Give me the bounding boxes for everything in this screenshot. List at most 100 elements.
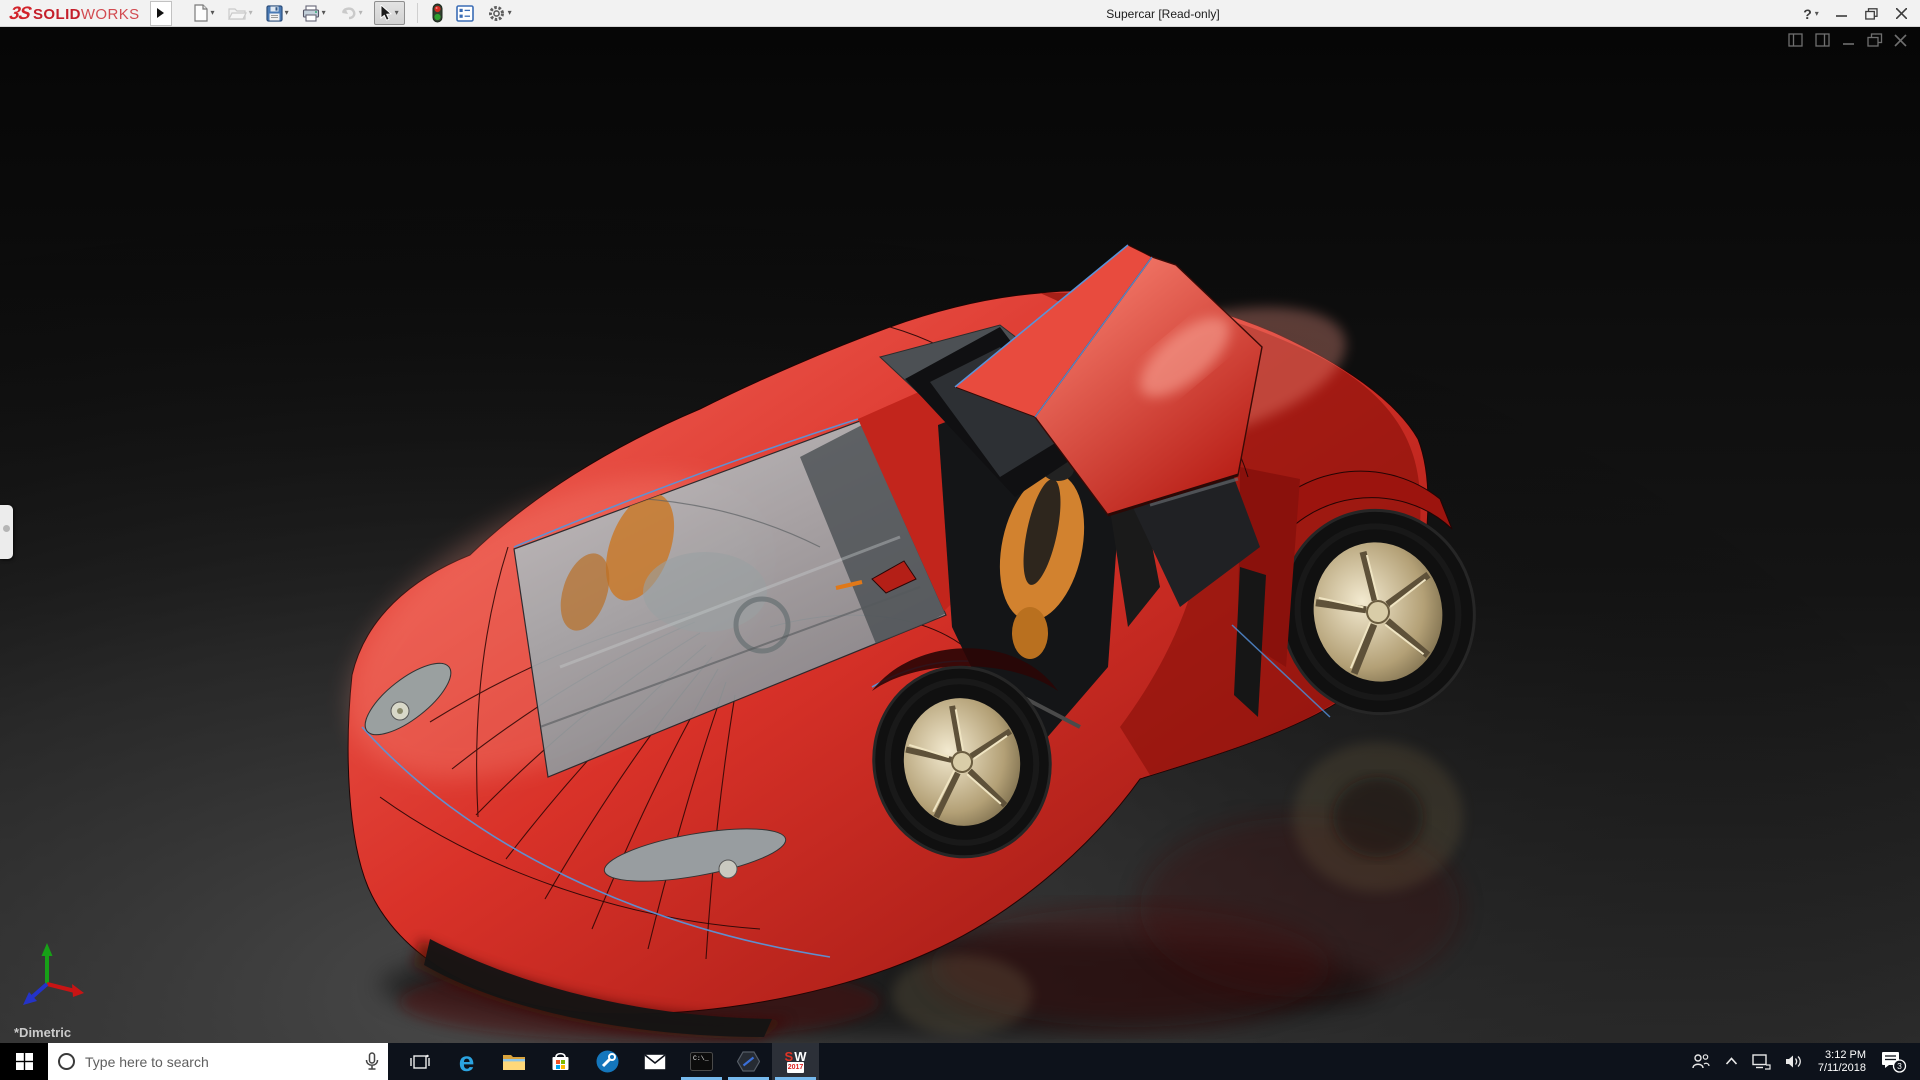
task-view-icon bbox=[409, 1054, 430, 1069]
volume-button[interactable] bbox=[1778, 1043, 1810, 1080]
graphics-viewport[interactable]: *Dimetric bbox=[0, 27, 1920, 1043]
panel-tab-handle bbox=[3, 525, 10, 532]
document-window-controls bbox=[1788, 33, 1908, 48]
dropdown-caret[interactable]: ▾ bbox=[1815, 9, 1819, 18]
new-document-icon bbox=[193, 4, 208, 22]
tray-overflow-button[interactable] bbox=[1718, 1043, 1745, 1080]
solidworks-logo: 3S SOLID WORKS bbox=[0, 3, 140, 24]
open-folder-icon bbox=[227, 8, 247, 20]
edge-icon: e bbox=[458, 1045, 475, 1077]
undo-button[interactable]: ▾ bbox=[337, 1, 365, 25]
quick-access-toolbar: ▾ ▾ ▾ ▾ ▾ ▾ ▾ bbox=[190, 0, 514, 27]
mail-button[interactable] bbox=[631, 1043, 678, 1080]
options-button[interactable]: ▾ bbox=[485, 1, 514, 25]
store-button[interactable] bbox=[537, 1043, 584, 1080]
dropdown-caret[interactable]: ▾ bbox=[285, 9, 289, 17]
printer-icon bbox=[302, 4, 319, 22]
design-tree-button[interactable] bbox=[454, 1, 476, 25]
people-icon bbox=[1692, 1054, 1710, 1069]
brand-solid: SOLID bbox=[33, 5, 81, 23]
restore-button[interactable] bbox=[1856, 0, 1886, 27]
edge-button[interactable]: e bbox=[443, 1043, 490, 1080]
cortana-icon bbox=[58, 1053, 75, 1070]
window-controls: ? ▾ bbox=[1796, 0, 1916, 27]
undo-arrow-icon bbox=[341, 6, 356, 19]
taskbar-clock[interactable]: 3:12 PM 7/11/2018 bbox=[1810, 1049, 1874, 1075]
hexagon-app-icon bbox=[737, 1051, 760, 1072]
dropdown-caret[interactable]: ▾ bbox=[508, 9, 512, 17]
solidworks-taskbar-button[interactable]: SW 2017 bbox=[772, 1043, 819, 1080]
display-states-button[interactable] bbox=[430, 1, 445, 25]
help-icon: ? bbox=[1803, 5, 1812, 22]
start-button[interactable] bbox=[0, 1043, 48, 1080]
utility-wrench-icon bbox=[596, 1050, 619, 1073]
taskbar-search[interactable] bbox=[48, 1043, 388, 1080]
file-explorer-icon bbox=[502, 1055, 525, 1070]
file-explorer-button[interactable] bbox=[490, 1043, 537, 1080]
doc-minimize-icon[interactable] bbox=[1842, 33, 1856, 48]
chevron-up-icon bbox=[1725, 1057, 1737, 1065]
dropdown-caret: ▾ bbox=[248, 8, 253, 17]
action-center-button[interactable]: 3 bbox=[1874, 1043, 1914, 1080]
coordinate-triad bbox=[23, 943, 84, 1005]
people-button[interactable] bbox=[1684, 1043, 1718, 1080]
feature-panel-tab[interactable] bbox=[0, 505, 13, 559]
hexagon-app-button[interactable] bbox=[725, 1043, 772, 1080]
menu-flyout-button[interactable] bbox=[149, 0, 172, 26]
select-tool-button[interactable]: ▾ bbox=[373, 1, 405, 25]
flyout-arrow-icon bbox=[157, 8, 165, 18]
utility-wrench-button[interactable] bbox=[584, 1043, 631, 1080]
help-button[interactable]: ? ▾ bbox=[1796, 0, 1826, 27]
save-button[interactable]: ▾ bbox=[264, 1, 291, 25]
svg-text:C:\_: C:\_ bbox=[693, 1055, 709, 1062]
dropdown-caret[interactable]: ▾ bbox=[211, 9, 215, 17]
dassault-logo-icon: 3S bbox=[7, 2, 33, 23]
toolbar-separator bbox=[416, 3, 418, 23]
view-orientation-label: *Dimetric bbox=[14, 1025, 72, 1040]
close-icon bbox=[1895, 8, 1907, 19]
open-document-button[interactable]: ▾ bbox=[226, 1, 255, 25]
windows-taskbar: e bbox=[0, 1043, 1920, 1080]
mail-icon bbox=[644, 1053, 665, 1069]
dropdown-caret: ▾ bbox=[358, 8, 363, 17]
windows-logo-icon bbox=[15, 1053, 33, 1070]
title-bar: 3S SOLID WORKS ▾ ▾ ▾ ▾ ▾ ▾ ▾ Supercar [R… bbox=[0, 0, 1920, 27]
panel-right-icon[interactable] bbox=[1815, 33, 1831, 48]
minimize-icon bbox=[1835, 15, 1847, 17]
close-button[interactable] bbox=[1886, 0, 1916, 27]
command-prompt-icon: C:\_ bbox=[690, 1052, 713, 1071]
panel-left-icon[interactable] bbox=[1788, 33, 1804, 48]
new-document-button[interactable]: ▾ bbox=[190, 1, 217, 25]
network-icon bbox=[1752, 1053, 1771, 1070]
brand-works: WORKS bbox=[80, 5, 140, 23]
network-button[interactable] bbox=[1745, 1043, 1778, 1080]
gear-icon bbox=[488, 5, 504, 21]
document-title: Supercar [Read-only] bbox=[1106, 6, 1220, 21]
task-view-button[interactable] bbox=[396, 1043, 443, 1080]
save-floppy-icon bbox=[265, 4, 283, 22]
select-cursor-icon bbox=[380, 5, 392, 21]
command-prompt-button[interactable]: C:\_ bbox=[678, 1043, 725, 1080]
print-button[interactable]: ▾ bbox=[300, 1, 328, 25]
doc-close-icon[interactable] bbox=[1894, 33, 1908, 48]
report-list-icon bbox=[455, 4, 474, 22]
traffic-light-icon bbox=[432, 3, 443, 23]
speaker-icon bbox=[1785, 1055, 1801, 1068]
clock-time: 3:12 PM bbox=[1825, 1048, 1866, 1061]
notification-badge: 3 bbox=[1897, 1061, 1902, 1071]
action-center-icon: 3 bbox=[1882, 1051, 1907, 1073]
clock-date: 7/11/2018 bbox=[1817, 1061, 1866, 1074]
solidworks-window: 3S SOLID WORKS ▾ ▾ ▾ ▾ ▾ ▾ ▾ Supercar [R… bbox=[0, 0, 1920, 1080]
system-tray: 3:12 PM 7/11/2018 3 bbox=[1684, 1043, 1920, 1080]
taskbar-apps: e C:\_ S W 2017 bbox=[396, 1043, 819, 1080]
doc-restore-icon[interactable] bbox=[1867, 33, 1883, 48]
dropdown-caret[interactable]: ▾ bbox=[322, 9, 326, 17]
store-icon bbox=[552, 1052, 569, 1070]
car-model-scene bbox=[0, 27, 1920, 1043]
microphone-icon[interactable] bbox=[365, 1052, 379, 1071]
restore-icon bbox=[1864, 7, 1878, 20]
search-input[interactable] bbox=[85, 1053, 356, 1070]
solidworks-app-icon: SW 2017 bbox=[784, 1048, 807, 1073]
minimize-button[interactable] bbox=[1826, 0, 1856, 27]
dropdown-caret[interactable]: ▾ bbox=[395, 9, 399, 17]
